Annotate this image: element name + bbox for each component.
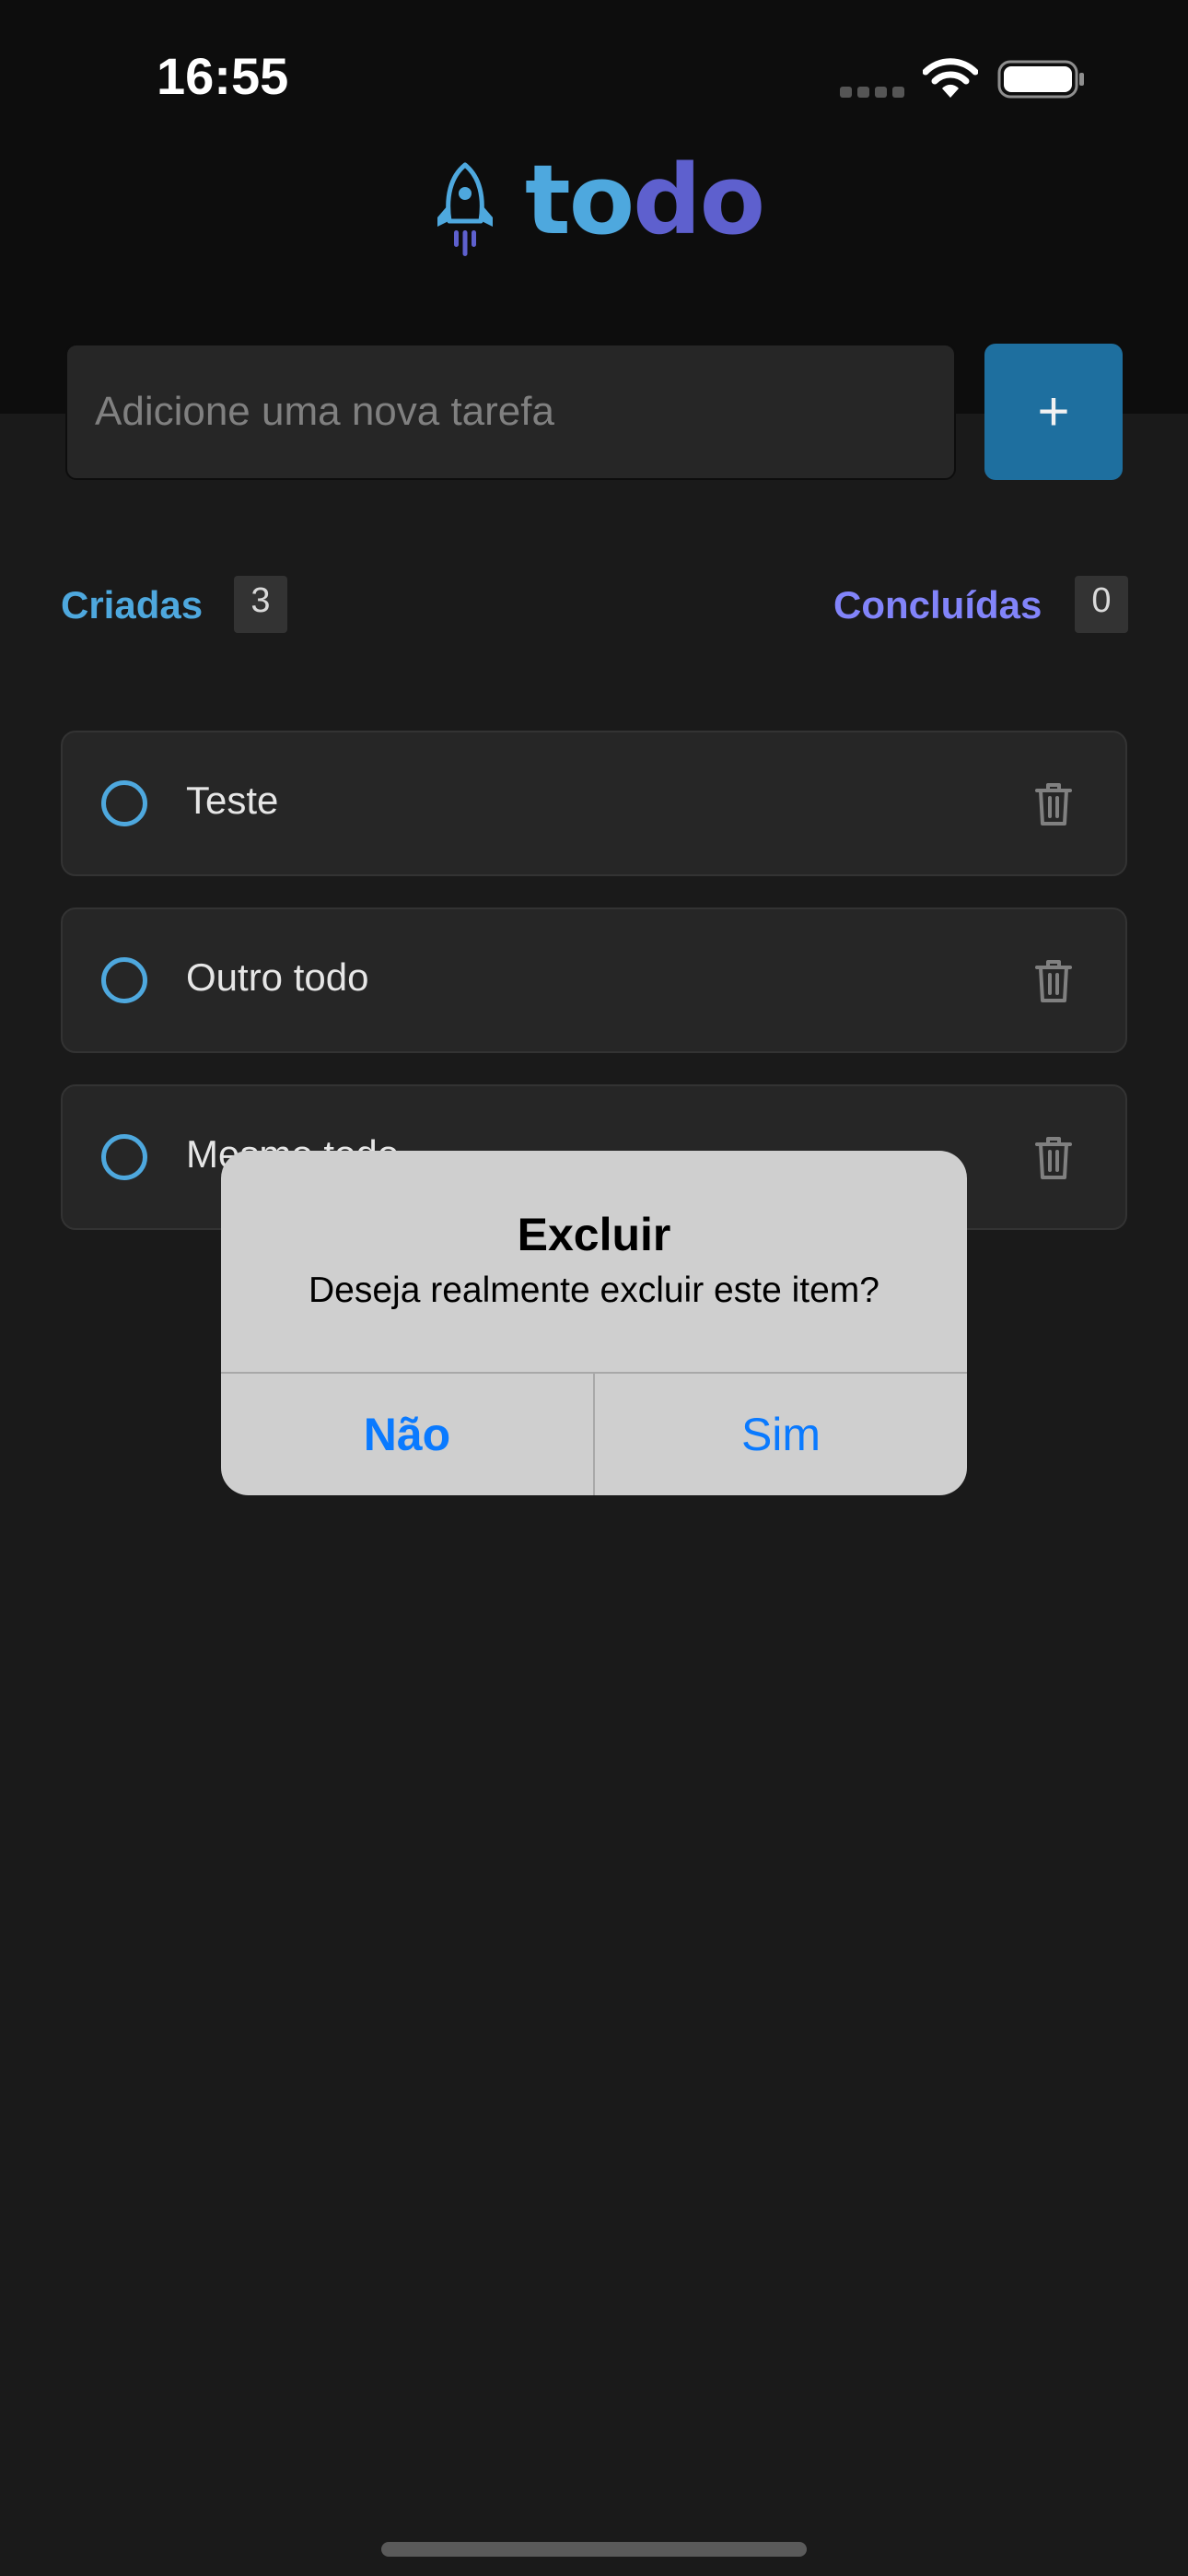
created-label: Criadas bbox=[61, 583, 204, 626]
task-item: Outro todo bbox=[61, 907, 1127, 1053]
task-item: Teste bbox=[61, 731, 1127, 876]
task-checkbox[interactable] bbox=[101, 957, 147, 1003]
wifi-icon bbox=[923, 58, 978, 98]
logo-text: todo bbox=[525, 144, 765, 256]
created-count-badge: 3 bbox=[234, 576, 287, 633]
trash-icon[interactable] bbox=[1033, 956, 1074, 1004]
done-label: Concluídas bbox=[833, 583, 1042, 626]
delete-confirm-dialog: Excluir Deseja realmente excluir este it… bbox=[221, 1151, 967, 1495]
logo-text-do: do bbox=[633, 144, 765, 256]
cellular-signal-icon bbox=[840, 87, 904, 98]
battery-icon bbox=[997, 60, 1084, 99]
created-counter: Criadas 3 bbox=[61, 576, 291, 635]
done-counter: Concluídas 0 bbox=[833, 576, 1128, 635]
dialog-message: Deseja realmente excluir este item? bbox=[309, 1270, 879, 1310]
add-task-button[interactable]: + bbox=[984, 344, 1123, 480]
app-logo: todo bbox=[433, 145, 765, 258]
new-task-input[interactable] bbox=[65, 344, 956, 480]
dialog-no-button[interactable]: Não bbox=[221, 1374, 593, 1495]
task-text: Outro todo bbox=[186, 955, 369, 999]
status-time: 16:55 bbox=[157, 47, 289, 105]
task-checkbox[interactable] bbox=[101, 780, 147, 826]
rocket-icon bbox=[437, 162, 493, 256]
dialog-yes-button[interactable]: Sim bbox=[595, 1374, 967, 1495]
home-indicator[interactable] bbox=[381, 2542, 807, 2557]
task-text: Teste bbox=[186, 779, 279, 822]
app-screen: 16:55 todo + bbox=[0, 0, 1188, 2576]
dialog-title: Excluir bbox=[517, 1209, 671, 1260]
logo-text-to: to bbox=[525, 144, 635, 256]
task-checkbox[interactable] bbox=[101, 1134, 147, 1180]
trash-icon[interactable] bbox=[1033, 1133, 1074, 1181]
trash-icon[interactable] bbox=[1033, 779, 1074, 827]
done-count-badge: 0 bbox=[1075, 576, 1128, 633]
